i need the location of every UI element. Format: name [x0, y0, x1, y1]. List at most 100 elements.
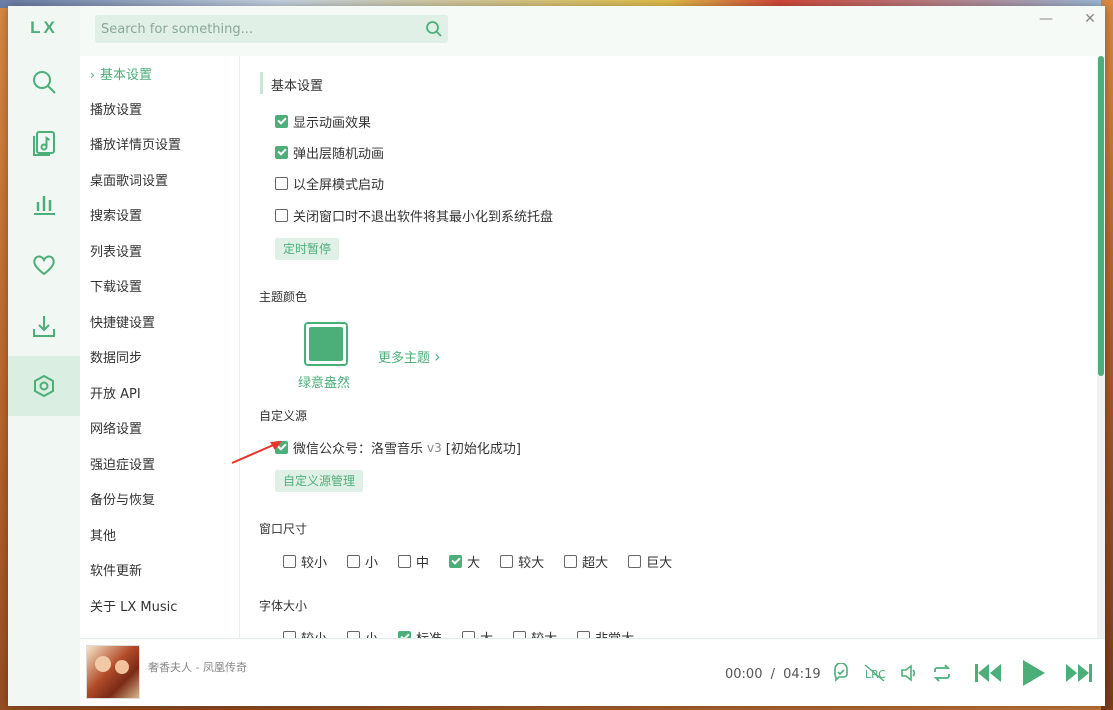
rail-charts-button[interactable]: [8, 174, 80, 234]
more-themes-link[interactable]: 更多主题 ›: [378, 347, 441, 366]
window-size-small[interactable]: 小: [347, 552, 378, 571]
section-marker: [260, 72, 263, 94]
font-size-large[interactable]: 大: [462, 628, 493, 638]
checkbox[interactable]: [347, 555, 361, 568]
section-title-window-size: 窗口尺寸: [259, 522, 308, 536]
checkbox[interactable]: [577, 631, 591, 638]
nav-item-about[interactable]: 关于 LX Music: [90, 596, 177, 620]
checkbox[interactable]: [283, 555, 296, 568]
nav-item-search[interactable]: 搜索设置: [90, 205, 142, 229]
checkbox[interactable]: [347, 631, 361, 638]
checkbox[interactable]: [500, 555, 514, 568]
timer-pause-button[interactable]: 定时暂停: [275, 238, 340, 260]
option-random-popup-animation[interactable]: 弹出层随机动画: [275, 143, 384, 162]
rail-search-button[interactable]: [8, 52, 80, 112]
rail-settings-button[interactable]: [8, 356, 80, 416]
window-size-larger[interactable]: 较大: [500, 552, 544, 571]
nav-item-sync[interactable]: 数据同步: [90, 347, 142, 371]
checkbox[interactable]: [275, 146, 288, 159]
lyric-off-icon: LRC: [864, 664, 886, 682]
nav-item-other[interactable]: 其他: [90, 525, 116, 549]
nav-item-desktop-lyric[interactable]: 桌面歌词设置: [90, 170, 168, 194]
player-bar: 奢香夫人 - 凤凰传奇 00:00 / 04:19 LRC: [80, 638, 1105, 706]
rail-download-button[interactable]: [8, 296, 80, 356]
nav-item-label: 基本设置: [100, 68, 153, 83]
window-size-huge[interactable]: 巨大: [628, 552, 672, 571]
window-size-large[interactable]: 大: [449, 552, 480, 571]
option-label: 较小: [301, 556, 328, 571]
nav-item-open-api[interactable]: 开放 API: [90, 383, 141, 407]
settings-panel: 基本设置 显示动画效果 弹出层随机动画 以全屏模式启动 关闭窗口时不退出软件将其…: [240, 56, 1105, 638]
nav-item-play-detail[interactable]: 播放详情页设置: [90, 134, 181, 158]
cover-art-detail: [115, 660, 129, 674]
window-size-medium[interactable]: 中: [398, 552, 429, 571]
close-button[interactable]: ✕: [1080, 9, 1100, 29]
comment-button[interactable]: [829, 661, 853, 685]
repeat-mode-button[interactable]: [930, 661, 954, 685]
checkbox[interactable]: [462, 631, 476, 638]
time-separator: /: [770, 667, 775, 682]
option-animation[interactable]: 显示动画效果: [275, 112, 371, 131]
settings-nav: › 基本设置 播放设置 播放详情页设置 桌面歌词设置 搜索设置 列表设置 下载设置…: [80, 56, 240, 638]
option-fullscreen-start[interactable]: 以全屏模式启动: [275, 174, 384, 193]
font-size-larger[interactable]: 较大: [513, 628, 557, 638]
minimize-button[interactable]: —: [1036, 9, 1056, 29]
font-size-standard[interactable]: 标准: [398, 628, 442, 638]
window-size-extra-large[interactable]: 超大: [564, 552, 608, 571]
loop-comment-icon: [834, 663, 848, 682]
settings-scrollbar[interactable]: [1097, 56, 1105, 638]
side-rail: LX: [8, 6, 80, 706]
checkbox[interactable]: [275, 209, 288, 222]
scrollbar-thumb[interactable]: [1098, 56, 1104, 376]
checkbox[interactable]: [275, 115, 288, 128]
nav-item-list[interactable]: 列表设置: [90, 241, 142, 265]
download-icon: [33, 316, 55, 337]
option-label: 显示动画效果: [293, 116, 372, 131]
checkbox[interactable]: [628, 555, 642, 568]
option-label: 弹出层随机动画: [293, 147, 385, 162]
lyric-toggle-button[interactable]: LRC: [863, 661, 887, 685]
nav-item-update[interactable]: 软件更新: [90, 560, 142, 584]
font-size-smaller[interactable]: 较小: [283, 628, 327, 638]
theme-swatch-green[interactable]: [304, 322, 348, 366]
album-cover[interactable]: [86, 645, 140, 699]
custom-source-option[interactable]: 微信公众号：洛雪音乐 v3 [初始化成功]: [275, 438, 521, 457]
font-size-very-large[interactable]: 非常大: [577, 628, 634, 638]
checkbox[interactable]: [275, 177, 288, 190]
option-label: 大: [480, 628, 493, 638]
font-size-small[interactable]: 小: [347, 628, 378, 638]
window-size-smaller[interactable]: 较小: [283, 552, 327, 571]
nav-item-backup[interactable]: 备份与恢复: [90, 489, 155, 513]
checkbox[interactable]: [564, 555, 578, 568]
nav-item-network[interactable]: 网络设置: [90, 418, 142, 442]
search-box: [95, 15, 448, 43]
custom-source-manage-button[interactable]: 自定义源管理: [275, 470, 364, 492]
checkbox[interactable]: [449, 555, 463, 568]
option-label: 小: [365, 628, 378, 638]
now-playing-title[interactable]: 奢香夫人 - 凤凰传奇: [148, 659, 247, 675]
option-minimize-to-tray[interactable]: 关闭窗口时不退出软件将其最小化到系统托盘: [275, 206, 553, 225]
nav-item-hotkey[interactable]: 快捷键设置: [90, 312, 155, 336]
option-label: 超大: [582, 556, 609, 571]
option-label: 小: [365, 556, 379, 571]
search-input[interactable]: [95, 15, 420, 43]
window-size-options: 较小 小 中 大 较大 超大 巨大: [283, 552, 692, 571]
checkbox[interactable]: [513, 631, 527, 638]
section-title-basic: 基本设置: [271, 79, 324, 94]
checkbox[interactable]: [398, 555, 412, 568]
play-button[interactable]: [1017, 658, 1049, 688]
checkbox[interactable]: [283, 631, 296, 638]
search-submit-button[interactable]: [420, 15, 448, 43]
checkbox[interactable]: [398, 631, 412, 638]
nav-item-basic[interactable]: › 基本设置: [90, 63, 152, 87]
option-label: 中: [416, 556, 430, 571]
next-track-button[interactable]: [1063, 659, 1095, 687]
nav-item-playback[interactable]: 播放设置: [90, 99, 142, 123]
volume-button[interactable]: [897, 661, 921, 685]
nav-item-ocd[interactable]: 强迫症设置: [90, 454, 155, 478]
option-label: 巨大: [646, 556, 673, 571]
nav-item-download[interactable]: 下载设置: [90, 276, 142, 300]
previous-track-button[interactable]: [972, 659, 1004, 687]
rail-library-button[interactable]: [8, 113, 80, 173]
rail-favorites-button[interactable]: [8, 235, 80, 295]
